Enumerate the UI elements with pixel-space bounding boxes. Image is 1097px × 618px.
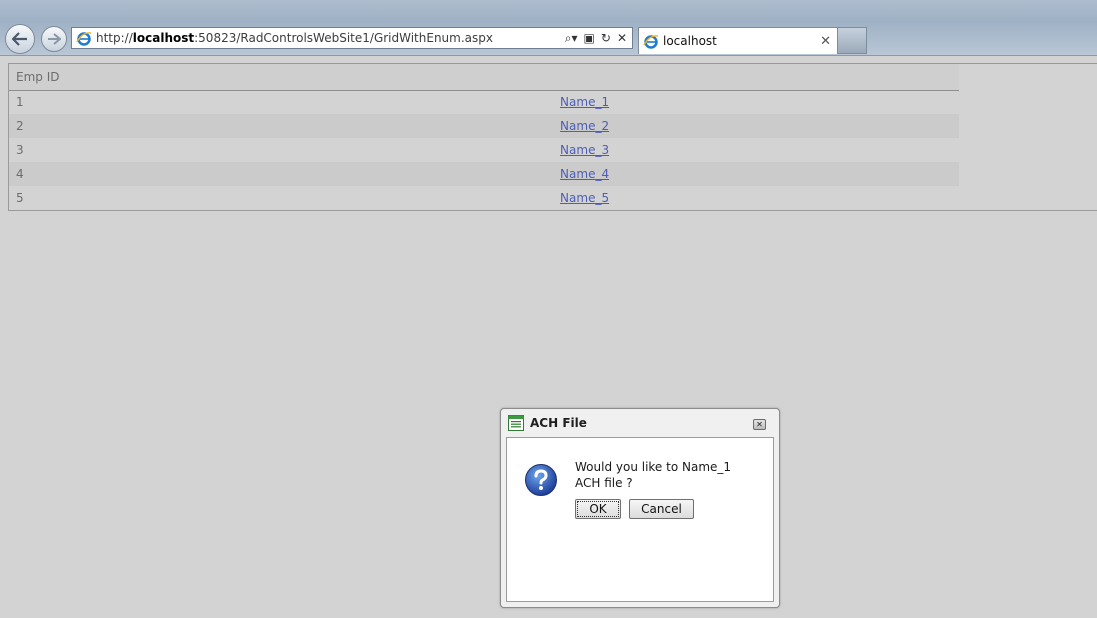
window-icon: [508, 415, 524, 431]
column-header-emp-id[interactable]: Emp ID: [9, 64, 106, 91]
stop-icon[interactable]: ✕: [617, 32, 627, 44]
address-tools: ⌕▾ ▣ ↻ ✕: [565, 32, 632, 44]
dialog-titlebar[interactable]: ACH File ✕: [501, 409, 779, 437]
refresh-icon[interactable]: ↻: [601, 32, 611, 44]
name-link[interactable]: Name_2: [560, 119, 609, 133]
forward-button[interactable]: [41, 26, 67, 52]
name-link[interactable]: Name_1: [560, 95, 609, 109]
ie-logo-icon: [76, 32, 92, 46]
column-header-name: [105, 64, 959, 91]
ok-button[interactable]: OK: [575, 499, 621, 519]
dialog-title: ACH File: [530, 416, 587, 430]
grid-table: Emp ID 1 Name_1 2 Name_2 3 Name_3 4 Name…: [9, 64, 959, 210]
ach-file-dialog: ACH File ✕ Would you like to Name_1 ACH …: [500, 408, 780, 608]
name-link[interactable]: Name_5: [560, 191, 609, 205]
dialog-message: Would you like to Name_1 ACH file ?: [575, 460, 732, 490]
cancel-button[interactable]: Cancel: [629, 499, 694, 519]
emp-id-cell: 2: [9, 114, 106, 138]
back-arrow-icon: [12, 32, 27, 46]
browser-tab[interactable]: localhost ✕: [638, 27, 838, 54]
employee-grid: Emp ID 1 Name_1 2 Name_2 3 Name_3 4 Name…: [8, 63, 1097, 211]
table-row: 1 Name_1: [9, 90, 959, 114]
table-row: 2 Name_2: [9, 114, 959, 138]
emp-id-cell: 4: [9, 162, 106, 186]
table-row: 5 Name_5: [9, 186, 959, 210]
emp-id-cell: 5: [9, 186, 106, 210]
forward-arrow-icon: [48, 33, 61, 45]
dialog-body: Would you like to Name_1 ACH file ? OK C…: [506, 437, 774, 602]
tab-close-icon[interactable]: ✕: [820, 34, 837, 49]
question-icon: [525, 464, 557, 496]
url-host: localhost: [132, 31, 195, 45]
tab-ie-logo-icon: [643, 35, 659, 49]
url-prefix: http://: [96, 31, 133, 45]
emp-id-cell: 1: [9, 90, 106, 114]
table-row: 4 Name_4: [9, 162, 959, 186]
name-link[interactable]: Name_3: [560, 143, 609, 157]
url-text[interactable]: http://localhost:50823/RadControlsWebSit…: [96, 31, 565, 45]
tab-title: localhost: [663, 34, 717, 48]
new-tab-button[interactable]: [838, 27, 867, 54]
browser-toolbar: http://localhost:50823/RadControlsWebSit…: [0, 0, 1097, 56]
name-link[interactable]: Name_4: [560, 167, 609, 181]
search-icon[interactable]: ⌕▾: [565, 32, 578, 44]
dialog-close-icon[interactable]: ✕: [753, 419, 766, 430]
address-bar[interactable]: http://localhost:50823/RadControlsWebSit…: [71, 27, 633, 49]
table-row: 3 Name_3: [9, 138, 959, 162]
url-path: :50823/RadControlsWebSite1/GridWithEnum.…: [194, 31, 493, 45]
compatibility-view-icon[interactable]: ▣: [584, 32, 595, 44]
back-button[interactable]: [5, 24, 35, 54]
emp-id-cell: 3: [9, 138, 106, 162]
